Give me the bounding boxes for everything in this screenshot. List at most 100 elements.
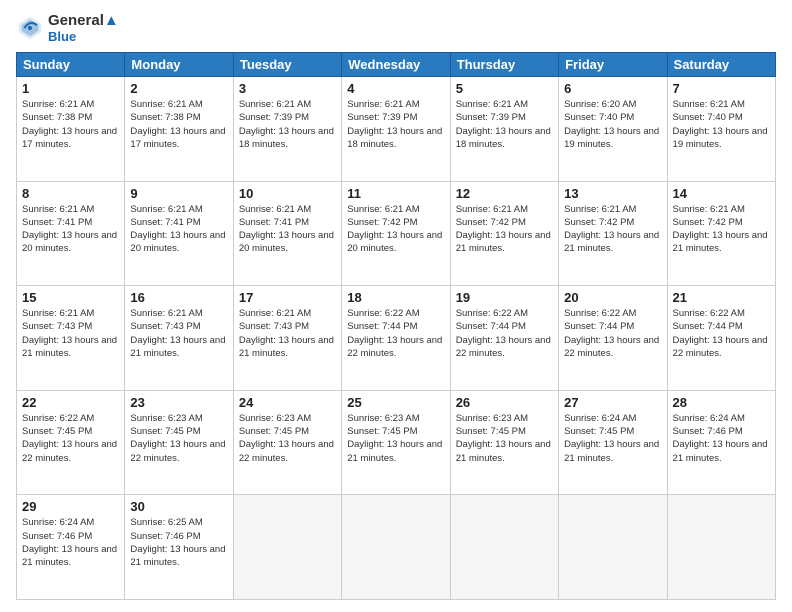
day-number: 1 (22, 81, 119, 96)
logo-text: General▲ Blue (48, 12, 119, 44)
logo-icon (16, 14, 44, 42)
cell-sunset: Sunset: 7:38 PM (130, 112, 200, 123)
cell-sunrise: Sunrise: 6:21 AM (239, 204, 311, 215)
cell-sunset: Sunset: 7:45 PM (239, 426, 309, 437)
cell-sunset: Sunset: 7:45 PM (22, 426, 92, 437)
cell-sunset: Sunset: 7:38 PM (22, 112, 92, 123)
cell-sunrise: Sunrise: 6:23 AM (239, 413, 311, 424)
cell-sunset: Sunset: 7:45 PM (347, 426, 417, 437)
cell-sunset: Sunset: 7:41 PM (22, 217, 92, 228)
day-number: 8 (22, 186, 119, 201)
cell-daylight: Daylight: 13 hours and 21 minutes. (673, 230, 768, 254)
day-number: 10 (239, 186, 336, 201)
calendar-table: SundayMondayTuesdayWednesdayThursdayFrid… (16, 52, 776, 600)
cell-sunset: Sunset: 7:42 PM (564, 217, 634, 228)
calendar-header-row: SundayMondayTuesdayWednesdayThursdayFrid… (17, 53, 776, 77)
calendar-week-row: 15 Sunrise: 6:21 AM Sunset: 7:43 PM Dayl… (17, 286, 776, 391)
cell-sunrise: Sunrise: 6:21 AM (564, 204, 636, 215)
calendar-cell: 7 Sunrise: 6:21 AM Sunset: 7:40 PM Dayli… (667, 77, 775, 182)
calendar-day-header: Sunday (17, 53, 125, 77)
cell-sunset: Sunset: 7:39 PM (239, 112, 309, 123)
day-number: 29 (22, 499, 119, 514)
cell-sunrise: Sunrise: 6:22 AM (456, 308, 528, 319)
day-number: 14 (673, 186, 770, 201)
cell-sunset: Sunset: 7:46 PM (130, 531, 200, 542)
calendar-cell (342, 495, 450, 600)
day-number: 13 (564, 186, 661, 201)
cell-sunrise: Sunrise: 6:21 AM (347, 99, 419, 110)
cell-sunset: Sunset: 7:45 PM (456, 426, 526, 437)
calendar-cell (450, 495, 558, 600)
calendar-cell: 11 Sunrise: 6:21 AM Sunset: 7:42 PM Dayl… (342, 181, 450, 286)
day-number: 28 (673, 395, 770, 410)
calendar-day-header: Tuesday (233, 53, 341, 77)
cell-daylight: Daylight: 13 hours and 21 minutes. (564, 439, 659, 463)
calendar-week-row: 1 Sunrise: 6:21 AM Sunset: 7:38 PM Dayli… (17, 77, 776, 182)
cell-daylight: Daylight: 13 hours and 22 minutes. (347, 335, 442, 359)
cell-sunset: Sunset: 7:42 PM (456, 217, 526, 228)
day-number: 18 (347, 290, 444, 305)
day-number: 12 (456, 186, 553, 201)
cell-sunrise: Sunrise: 6:21 AM (456, 99, 528, 110)
calendar-cell: 12 Sunrise: 6:21 AM Sunset: 7:42 PM Dayl… (450, 181, 558, 286)
day-number: 23 (130, 395, 227, 410)
cell-sunrise: Sunrise: 6:22 AM (22, 413, 94, 424)
cell-sunset: Sunset: 7:42 PM (347, 217, 417, 228)
cell-sunset: Sunset: 7:46 PM (22, 531, 92, 542)
calendar-day-header: Monday (125, 53, 233, 77)
cell-sunrise: Sunrise: 6:20 AM (564, 99, 636, 110)
cell-daylight: Daylight: 13 hours and 18 minutes. (456, 126, 551, 150)
calendar-cell: 6 Sunrise: 6:20 AM Sunset: 7:40 PM Dayli… (559, 77, 667, 182)
calendar-cell (559, 495, 667, 600)
cell-sunset: Sunset: 7:44 PM (456, 321, 526, 332)
calendar-cell: 1 Sunrise: 6:21 AM Sunset: 7:38 PM Dayli… (17, 77, 125, 182)
calendar-cell: 26 Sunrise: 6:23 AM Sunset: 7:45 PM Dayl… (450, 390, 558, 495)
day-number: 5 (456, 81, 553, 96)
cell-sunset: Sunset: 7:39 PM (456, 112, 526, 123)
calendar-cell: 18 Sunrise: 6:22 AM Sunset: 7:44 PM Dayl… (342, 286, 450, 391)
cell-sunrise: Sunrise: 6:23 AM (130, 413, 202, 424)
cell-sunrise: Sunrise: 6:25 AM (130, 517, 202, 528)
day-number: 21 (673, 290, 770, 305)
cell-daylight: Daylight: 13 hours and 21 minutes. (456, 439, 551, 463)
day-number: 25 (347, 395, 444, 410)
cell-daylight: Daylight: 13 hours and 22 minutes. (673, 335, 768, 359)
day-number: 22 (22, 395, 119, 410)
calendar-cell: 25 Sunrise: 6:23 AM Sunset: 7:45 PM Dayl… (342, 390, 450, 495)
cell-sunrise: Sunrise: 6:22 AM (347, 308, 419, 319)
calendar-day-header: Wednesday (342, 53, 450, 77)
day-number: 15 (22, 290, 119, 305)
cell-daylight: Daylight: 13 hours and 17 minutes. (22, 126, 117, 150)
cell-sunset: Sunset: 7:45 PM (130, 426, 200, 437)
cell-sunrise: Sunrise: 6:24 AM (22, 517, 94, 528)
day-number: 9 (130, 186, 227, 201)
cell-daylight: Daylight: 13 hours and 21 minutes. (673, 439, 768, 463)
cell-daylight: Daylight: 13 hours and 21 minutes. (130, 544, 225, 568)
day-number: 11 (347, 186, 444, 201)
cell-sunrise: Sunrise: 6:21 AM (22, 204, 94, 215)
cell-daylight: Daylight: 13 hours and 22 minutes. (130, 439, 225, 463)
calendar-cell: 22 Sunrise: 6:22 AM Sunset: 7:45 PM Dayl… (17, 390, 125, 495)
logo: General▲ Blue (16, 12, 119, 44)
cell-sunrise: Sunrise: 6:24 AM (673, 413, 745, 424)
day-number: 30 (130, 499, 227, 514)
cell-sunrise: Sunrise: 6:23 AM (456, 413, 528, 424)
cell-daylight: Daylight: 13 hours and 22 minutes. (22, 439, 117, 463)
cell-sunrise: Sunrise: 6:21 AM (347, 204, 419, 215)
day-number: 24 (239, 395, 336, 410)
calendar-cell: 19 Sunrise: 6:22 AM Sunset: 7:44 PM Dayl… (450, 286, 558, 391)
day-number: 26 (456, 395, 553, 410)
cell-sunrise: Sunrise: 6:21 AM (130, 204, 202, 215)
cell-sunset: Sunset: 7:40 PM (673, 112, 743, 123)
calendar-cell: 20 Sunrise: 6:22 AM Sunset: 7:44 PM Dayl… (559, 286, 667, 391)
cell-daylight: Daylight: 13 hours and 21 minutes. (347, 439, 442, 463)
cell-sunrise: Sunrise: 6:22 AM (564, 308, 636, 319)
cell-daylight: Daylight: 13 hours and 22 minutes. (456, 335, 551, 359)
day-number: 16 (130, 290, 227, 305)
cell-sunset: Sunset: 7:41 PM (130, 217, 200, 228)
cell-daylight: Daylight: 13 hours and 21 minutes. (564, 230, 659, 254)
cell-sunset: Sunset: 7:44 PM (347, 321, 417, 332)
cell-sunrise: Sunrise: 6:21 AM (673, 99, 745, 110)
day-number: 27 (564, 395, 661, 410)
day-number: 4 (347, 81, 444, 96)
